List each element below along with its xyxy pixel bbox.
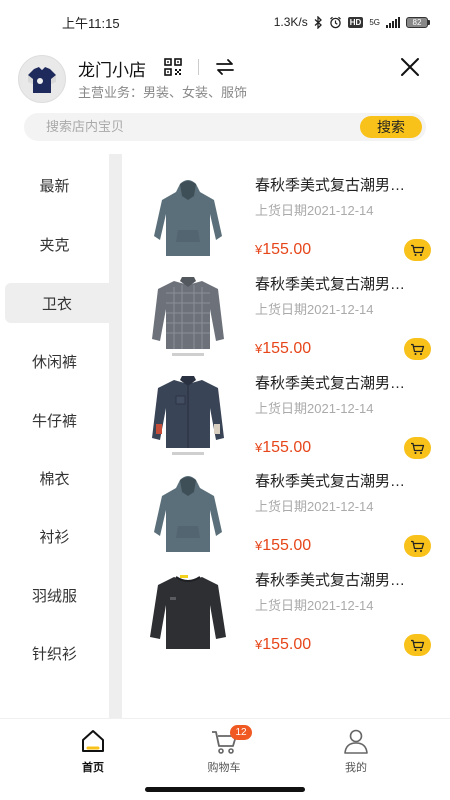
product-title[interactable]: 春秋季美式复古潮男… (255, 569, 405, 590)
sweatshirt-image-icon (140, 569, 236, 659)
hoodie-image-icon (140, 470, 236, 560)
product-card[interactable]: 春秋季美式复古潮男… 上货日期2021-12-14 ¥155.00 (140, 273, 440, 371)
product-price: ¥155.00 (255, 537, 311, 555)
hoodie-image-icon (140, 174, 236, 264)
status-indicators: 1.3K/s HD 5G 82 (274, 15, 430, 29)
product-date: 上货日期2021-12-14 (255, 598, 374, 613)
product-card[interactable]: 春秋季美式复古潮男… 上货日期2021-12-14 ¥155.00 (140, 372, 440, 470)
bluetooth-icon (314, 15, 323, 29)
add-to-cart-button[interactable] (404, 437, 431, 459)
add-to-cart-button[interactable] (404, 634, 431, 656)
home-icon (82, 730, 104, 752)
cart-icon (411, 639, 425, 651)
product-price: ¥155.00 (255, 636, 311, 654)
user-icon (344, 729, 368, 754)
product-image[interactable] (140, 569, 236, 659)
hd-badge: HD (347, 16, 364, 28)
product-date: 上货日期2021-12-14 (255, 401, 374, 416)
sidebar-divider-strip (109, 154, 122, 718)
nav-profile-label: 我的 (345, 762, 367, 774)
price-value: 155.00 (262, 241, 312, 258)
category-item-cotton-coat[interactable]: 棉衣 (0, 458, 109, 498)
category-item-shirt[interactable]: 衬衫 (0, 516, 109, 556)
category-item-down-jacket[interactable]: 羽绒服 (0, 575, 109, 615)
product-date: 上货日期2021-12-14 (255, 499, 374, 514)
product-image[interactable] (140, 470, 236, 560)
product-date: 上货日期2021-12-14 (255, 203, 374, 218)
product-date: 上货日期2021-12-14 (255, 302, 374, 317)
product-image[interactable] (140, 174, 236, 264)
nav-home-label: 首页 (82, 762, 104, 774)
alarm-icon (329, 16, 342, 29)
navy-shirt-image-icon (140, 372, 236, 462)
jacket-avatar-icon (22, 59, 62, 99)
plaid-shirt-image-icon (140, 273, 236, 363)
cart-icon (411, 244, 425, 256)
product-title[interactable]: 春秋季美式复古潮男… (255, 470, 405, 491)
shop-business: 主营业务：男装、女装、服饰 (78, 85, 248, 100)
category-item-jacket[interactable]: 夹克 (0, 224, 109, 264)
product-price: ¥155.00 (255, 241, 311, 259)
network-type: 5G (369, 17, 380, 27)
battery-level: 82 (412, 17, 422, 27)
category-item-hoodie[interactable]: 卫衣 (5, 283, 109, 323)
cart-icon (411, 442, 425, 454)
product-image[interactable] (140, 273, 236, 363)
search-input[interactable] (46, 113, 346, 141)
cart-icon (411, 343, 425, 355)
header-divider (198, 59, 199, 75)
category-item-jeans[interactable]: 牛仔裤 (0, 400, 109, 440)
category-item-latest[interactable]: 最新 (0, 165, 109, 205)
product-price: ¥155.00 (255, 340, 311, 358)
add-to-cart-button[interactable] (404, 535, 431, 557)
home-indicator (145, 787, 305, 792)
product-card[interactable]: 春秋季美式复古潮男… 上货日期2021-12-14 ¥155.00 (140, 470, 440, 568)
product-price: ¥155.00 (255, 439, 311, 457)
price-value: 155.00 (262, 537, 312, 554)
net-speed: 1.3K/s (273, 15, 308, 29)
price-value: 155.00 (262, 636, 312, 653)
nav-cart[interactable]: 12 购物车 (184, 725, 264, 779)
qr-code-icon[interactable] (164, 58, 182, 76)
nav-home[interactable]: 首页 (53, 727, 133, 779)
nav-cart-label: 购物车 (207, 762, 241, 774)
shop-name: 龙门小店 (78, 61, 146, 80)
status-time: 上午11:15 (62, 15, 120, 31)
add-to-cart-button[interactable] (404, 338, 431, 360)
product-image[interactable] (140, 372, 236, 462)
cart-count-badge: 12 (230, 725, 252, 740)
signal-icon (386, 16, 400, 28)
shop-avatar[interactable] (18, 55, 66, 103)
search-button[interactable]: 搜索 (360, 116, 422, 138)
product-title[interactable]: 春秋季美式复古潮男… (255, 174, 405, 195)
add-to-cart-button[interactable] (404, 239, 431, 261)
price-value: 155.00 (262, 439, 312, 456)
category-item-casual-pants[interactable]: 休闲裤 (0, 341, 109, 381)
battery-icon: 82 (406, 16, 430, 28)
product-title[interactable]: 春秋季美式复古潮男… (255, 273, 405, 294)
cart-icon (411, 540, 425, 552)
switch-shop-icon[interactable] (214, 57, 236, 77)
status-bar: 上午11:15 1.3K/s HD 5G 82 (0, 0, 450, 44)
price-value: 155.00 (262, 340, 312, 357)
nav-profile[interactable]: 我的 (316, 727, 396, 779)
shop-header: 龙门小店 主营业务：男装、女装、服饰 (0, 50, 450, 106)
product-title[interactable]: 春秋季美式复古潮男… (255, 372, 405, 393)
category-item-knitwear[interactable]: 针织衫 (0, 633, 109, 673)
close-icon[interactable] (398, 55, 422, 79)
product-card[interactable]: 春秋季美式复古潮男… 上货日期2021-12-14 ¥155.00 (140, 569, 440, 667)
product-card[interactable]: 春秋季美式复古潮男… 上货日期2021-12-14 ¥155.00 (140, 174, 440, 272)
search-bar: 搜索 (24, 113, 426, 141)
